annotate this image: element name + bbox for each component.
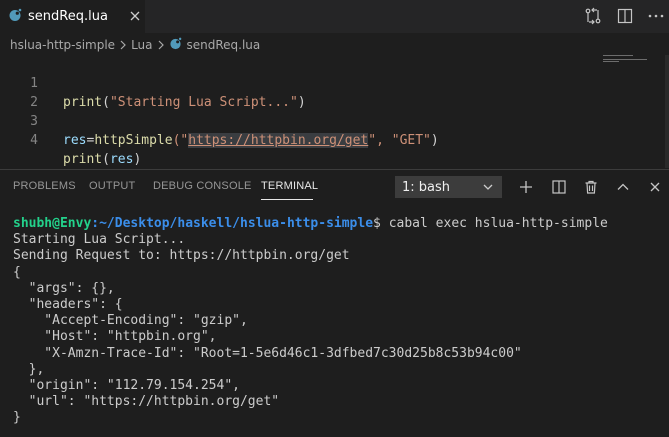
breadcrumb-file[interactable]: sendReq.lua bbox=[187, 38, 261, 52]
code-token-punct: ( bbox=[102, 152, 110, 167]
lua-file-icon bbox=[169, 37, 182, 53]
tab-terminal[interactable]: TERMINAL bbox=[261, 180, 318, 192]
line-number: 4 bbox=[30, 133, 38, 148]
code-token-punct: ) bbox=[430, 133, 439, 148]
active-tab-indicator bbox=[261, 199, 313, 200]
chevron-down-icon bbox=[482, 181, 494, 197]
editor-tab-bar: sendReq.lua bbox=[0, 0, 669, 33]
open-changes-icon[interactable] bbox=[584, 7, 602, 29]
code-line: 1 print("Starting Lua Script...") bbox=[0, 55, 600, 110]
chevron-right-icon bbox=[156, 39, 166, 51]
terminal-prompt-line: shubh@Envy:~/Desktop/haskell/hslua-http-… bbox=[13, 216, 663, 232]
terminal-line: Sending Request to: https://httpbin.org/… bbox=[13, 248, 350, 264]
bottom-panel: PROBLEMS OUTPUT DEBUG CONSOLE TERMINAL 1… bbox=[0, 169, 669, 437]
code-token-fn: httpSimple bbox=[94, 133, 173, 148]
code-token-var: res bbox=[109, 152, 134, 167]
code-line: 4 print(res) bbox=[0, 112, 600, 167]
code-line: 2 bbox=[0, 74, 600, 110]
prompt-user: shubh@Envy bbox=[13, 216, 92, 231]
split-terminal-icon[interactable] bbox=[551, 179, 567, 199]
code-text: res=httpSimple("https://httpbin.org/get"… bbox=[63, 131, 439, 150]
lua-file-icon bbox=[8, 7, 22, 26]
trash-icon[interactable] bbox=[583, 179, 599, 199]
editor-scrollbar[interactable] bbox=[665, 55, 669, 168]
terminal-line: "Host": "httpbin.org", bbox=[13, 329, 217, 345]
code-token-string: "GET" bbox=[391, 133, 431, 148]
breadcrumb: hslua-http-simple Lua sendReq.lua bbox=[10, 35, 260, 55]
code-token-var: res bbox=[63, 133, 87, 148]
terminal-line: "headers": { bbox=[13, 296, 123, 312]
tab-problems[interactable]: PROBLEMS bbox=[13, 180, 76, 192]
code-token-punct: (" bbox=[172, 133, 189, 148]
breadcrumb-folder[interactable]: hslua-http-simple bbox=[10, 38, 115, 52]
terminal-line: "url": "https://httpbin.org/get" bbox=[13, 394, 280, 410]
chevron-right-icon bbox=[118, 39, 128, 51]
code-token-fn: print bbox=[63, 152, 103, 167]
terminal-line: Starting Lua Script... bbox=[13, 232, 186, 248]
code-editor[interactable]: 1 print("Starting Lua Script...") 2 3 re… bbox=[0, 55, 669, 168]
add-icon[interactable] bbox=[518, 179, 534, 199]
code-line: 3 res=httpSimple("https://httpbin.org/ge… bbox=[0, 93, 600, 148]
tab-debug-console[interactable]: DEBUG CONSOLE bbox=[153, 180, 252, 192]
more-actions-icon[interactable] bbox=[647, 7, 665, 29]
terminal-output[interactable]: shubh@Envy:~/Desktop/haskell/hslua-http-… bbox=[13, 216, 663, 426]
terminal-line: } bbox=[13, 410, 21, 426]
code-text: print(res) bbox=[63, 150, 141, 169]
close-icon[interactable] bbox=[127, 8, 143, 24]
terminal-line: "X-Amzn-Trace-Id": "Root=1-5e6d46c1-3dfb… bbox=[13, 345, 522, 361]
terminal-select-value: 1: bash bbox=[402, 179, 451, 195]
tab-sendreq-lua[interactable]: sendReq.lua bbox=[0, 0, 145, 33]
terminal-line: "origin": "112.79.154.254", bbox=[13, 377, 240, 393]
minimap[interactable] bbox=[603, 55, 659, 67]
terminal-select[interactable]: 1: bash bbox=[395, 176, 502, 198]
tab-label: sendReq.lua bbox=[28, 9, 108, 24]
breadcrumb-subfolder[interactable]: Lua bbox=[131, 38, 152, 52]
chevron-up-icon[interactable] bbox=[615, 179, 631, 199]
terminal-line: }, bbox=[13, 361, 45, 377]
prompt-command: $ cabal exec hslua-http-simple bbox=[373, 216, 608, 231]
terminal-line: { bbox=[13, 264, 21, 280]
terminal-line: "args": {}, bbox=[13, 280, 115, 296]
split-editor-icon[interactable] bbox=[616, 7, 634, 29]
panel-tab-bar: PROBLEMS OUTPUT DEBUG CONSOLE TERMINAL 1… bbox=[0, 170, 669, 204]
prompt-path: :~/Desktop/haskell/hslua-http-simple bbox=[91, 216, 374, 231]
close-icon[interactable] bbox=[647, 179, 663, 199]
code-link[interactable]: https://httpbin.org/get bbox=[188, 133, 369, 148]
terminal-line: "Accept-Encoding": "gzip", bbox=[13, 313, 248, 329]
code-token-punct: ", bbox=[368, 133, 392, 148]
code-token-punct: ) bbox=[133, 152, 142, 167]
tab-output[interactable]: OUTPUT bbox=[89, 180, 135, 192]
